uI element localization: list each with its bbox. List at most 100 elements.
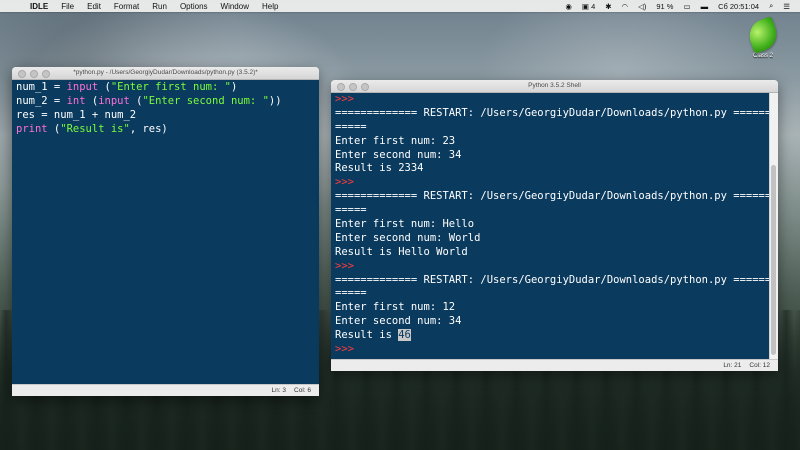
code-string: "Enter second num: " (142, 95, 269, 107)
shell-output-line[interactable]: ===== (331, 204, 770, 218)
shell-line-text: Enter second num: 34 (335, 315, 462, 328)
shell-output-line[interactable]: Result is 46 (331, 329, 770, 343)
selected-text[interactable]: 46 (398, 329, 411, 342)
display-count: 4 (591, 1, 596, 11)
leaf-icon (744, 16, 782, 54)
code-string: "Enter first num: " (110, 81, 231, 93)
shell-output-line[interactable]: ===== (331, 287, 770, 301)
menu-app-idle[interactable]: IDLE (30, 2, 48, 11)
menu-format[interactable]: Format (114, 2, 139, 11)
shell-line-text: ============= RESTART: /Users/GeorgiyDud… (335, 190, 770, 203)
volume-icon[interactable]: ◁) (638, 2, 646, 11)
shell-prompt[interactable]: >>> (331, 93, 770, 107)
menu-bar-status-area: ◉ ▣ 4 ✱ ◠ ◁) 91 % ▭ ▬ Сб 20:51:04 ⌕ ☰ (565, 0, 800, 12)
flag-icon[interactable]: ▬ (701, 2, 709, 11)
menu-window[interactable]: Window (221, 2, 249, 11)
shell-line-text: ===== (335, 204, 367, 217)
shell-window: Python 3.5.2 Shell >>> ============= RES… (331, 80, 778, 371)
code-text: )) (268, 95, 282, 107)
wifi-icon[interactable]: ◠ (622, 2, 629, 11)
shell-line-text: >>> (335, 259, 361, 272)
code-text: , res) (129, 123, 168, 135)
shell-scrollbar[interactable] (769, 93, 778, 359)
desktop-icon-label: Class 2 (752, 53, 773, 59)
code-text: ( (85, 95, 99, 107)
shell-output-line[interactable]: ============= RESTART: /Users/GeorgiyDud… (331, 274, 770, 288)
shell-line-text: Result is (335, 329, 399, 342)
shell-output-line[interactable]: Result is 2334 (331, 162, 770, 176)
notification-center-icon[interactable]: ☰ (783, 2, 790, 11)
shell-line-text: ============= RESTART: /Users/GeorgiyDud… (335, 273, 770, 286)
line-number: Ln: 3 (271, 387, 287, 394)
shell-titlebar[interactable]: Python 3.5.2 Shell (331, 80, 778, 93)
code-keyword: input (98, 95, 130, 107)
code-text: ( (129, 95, 143, 107)
shell-line-text: Result is Hello World (335, 245, 468, 258)
menu-options[interactable]: Options (180, 2, 208, 11)
shell-output-line[interactable]: ===== (331, 121, 770, 135)
shell-output-line[interactable]: Enter second num: 34 (331, 149, 770, 163)
shell-line-text: ===== (335, 120, 367, 133)
shell-output-line[interactable]: Enter first num: Hello (331, 218, 770, 232)
shell-prompt[interactable]: >>> (331, 176, 770, 190)
code-line[interactable]: res = num_1 + num_2 (12, 108, 319, 122)
scrollbar-thumb[interactable] (771, 165, 776, 355)
clock[interactable]: Сб 20:51:04 (718, 2, 759, 11)
shell-line-text: Enter second num: 34 (335, 148, 462, 161)
shell-status-bar: Ln: 21 Col: 12 (331, 359, 778, 371)
editor-status-bar: Ln: 3 Col: 6 (12, 384, 319, 396)
column-number: Col: 6 (294, 387, 311, 394)
bluetooth-icon[interactable]: ✱ (605, 2, 611, 11)
shell-line-text: >>> (335, 93, 361, 105)
shell-line-text: Enter first num: 12 (335, 301, 456, 314)
display-icon[interactable]: ▣ 4 (582, 2, 595, 11)
shell-output-line[interactable]: Enter first num: 12 (331, 301, 770, 315)
shell-output-line[interactable]: Enter second num: 34 (331, 315, 770, 329)
shell-output-line[interactable]: ============= RESTART: /Users/GeorgiyDud… (331, 190, 770, 204)
editor-title: *python.py - /Users/GeorgiyDudar/Downloa… (73, 69, 258, 76)
shell-line-text: >>> (335, 343, 361, 356)
shell-output-line[interactable]: Result is Hello World (331, 246, 770, 260)
zoom-button[interactable] (42, 70, 50, 78)
close-button[interactable] (18, 70, 26, 78)
spotlight-search-icon[interactable]: ⌕ (769, 1, 773, 11)
close-button[interactable] (337, 83, 345, 91)
minimize-button[interactable] (30, 70, 38, 78)
minimize-button[interactable] (349, 83, 357, 91)
menu-run[interactable]: Run (152, 2, 167, 11)
shell-prompt[interactable]: >>> (331, 260, 770, 274)
battery-percent[interactable]: 91 % (656, 2, 673, 11)
code-text: num_1 = (16, 81, 67, 93)
editor-titlebar[interactable]: *python.py - /Users/GeorgiyDudar/Downloa… (12, 67, 319, 80)
code-text: res = num_1 + num_2 (16, 109, 137, 121)
editor-text-area[interactable]: num_1 = input ("Enter first num: ") num_2… (12, 80, 319, 384)
menu-edit[interactable]: Edit (87, 2, 101, 11)
column-number: Col: 12 (749, 362, 770, 369)
code-text: ) (230, 81, 238, 93)
code-line[interactable]: num_1 = input ("Enter first num: ") (12, 80, 319, 94)
shell-line-text: >>> (335, 176, 361, 189)
shell-line-text: Enter second num: World (335, 231, 481, 244)
menu-bar: IDLE File Edit Format Run Options Window… (0, 0, 800, 12)
code-line[interactable]: print ("Result is", res) (12, 122, 319, 136)
menu-file[interactable]: File (61, 2, 74, 11)
shell-output-line[interactable]: Enter first num: 23 (331, 135, 770, 149)
zoom-button[interactable] (361, 83, 369, 91)
code-keyword: print (16, 123, 48, 135)
editor-window: *python.py - /Users/GeorgiyDudar/Downloa… (12, 67, 319, 396)
record-icon[interactable]: ◉ (565, 2, 572, 11)
code-line[interactable]: num_2 = int (input ("Enter second num: "… (12, 94, 319, 108)
menu-help[interactable]: Help (262, 2, 278, 11)
battery-icon[interactable]: ▭ (683, 2, 690, 11)
desktop-icon-class2[interactable]: Class 2 (744, 16, 782, 59)
shell-line-text: Enter first num: Hello (335, 218, 475, 231)
window-controls (18, 70, 54, 78)
shell-output-area[interactable]: >>> ============= RESTART: /Users/Georgi… (331, 93, 770, 359)
line-number: Ln: 21 (723, 362, 742, 369)
shell-output-line[interactable]: Enter second num: World (331, 232, 770, 246)
shell-output-line[interactable]: ============= RESTART: /Users/GeorgiyDud… (331, 107, 770, 121)
shell-prompt[interactable]: >>> (331, 343, 770, 357)
shell-line-text: Enter first num: 23 (335, 134, 456, 147)
shell-line-text: ===== (335, 287, 367, 300)
code-keyword: input (66, 81, 99, 93)
